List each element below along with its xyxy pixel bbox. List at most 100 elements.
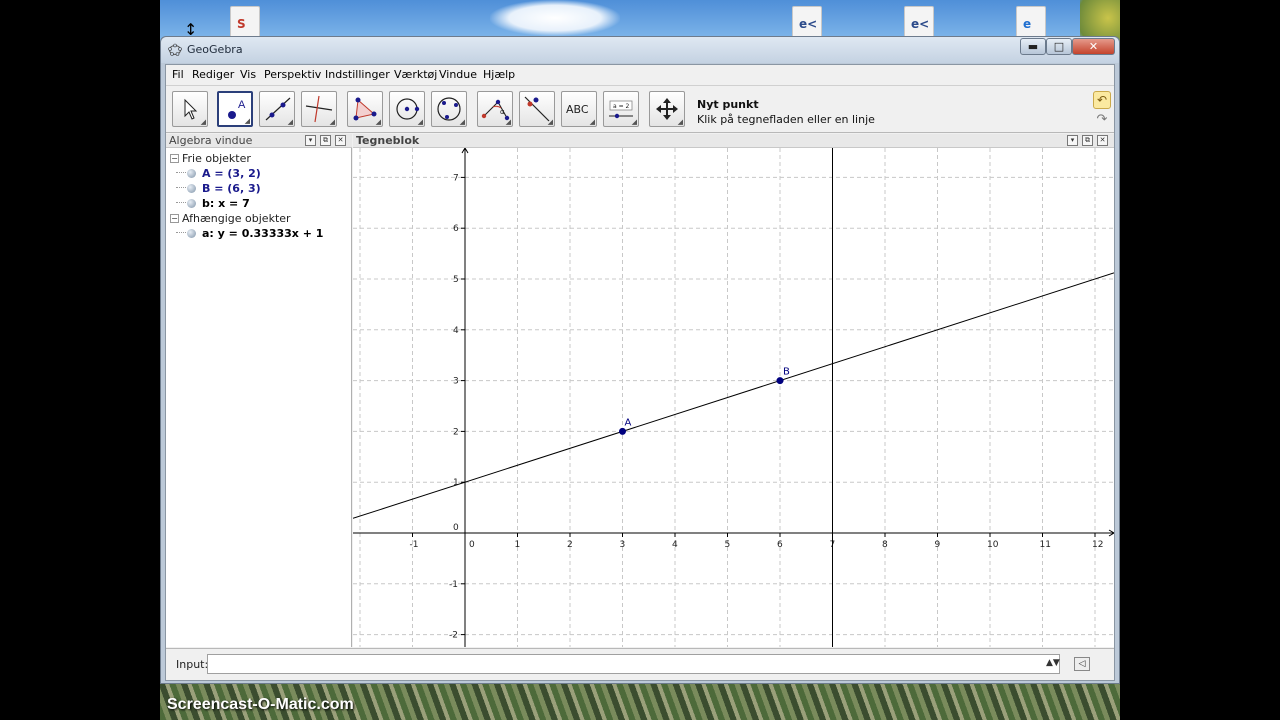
collapse-icon[interactable]: − <box>170 214 179 223</box>
tree-group-label: Afhængige objekter <box>182 212 291 225</box>
y-tick-label: 4 <box>453 326 459 336</box>
graphics-view-title: Tegneblok <box>356 134 420 147</box>
svg-text:ABC: ABC <box>566 103 589 116</box>
input-history-spinner-icon[interactable]: ▲▼ <box>1046 658 1060 668</box>
move-tool-button[interactable]: ◢ <box>172 91 208 127</box>
tool-help-title: Nyt punkt <box>697 98 759 111</box>
input-help-icon[interactable]: ◁ <box>1074 657 1090 671</box>
input-field[interactable] <box>207 654 1060 674</box>
reflect-tool-button[interactable]: ◢ <box>519 91 555 127</box>
menu-view[interactable]: Vis <box>240 68 256 81</box>
panel-menu-icon[interactable]: ▾ <box>1067 135 1078 146</box>
object-definition: a: y = 0.33333x + 1 <box>202 227 324 240</box>
tree-group-free[interactable]: − Frie objekter <box>170 152 251 166</box>
menu-perspective[interactable]: Perspektiv <box>264 68 321 81</box>
svg-text:A: A <box>238 99 246 111</box>
point-B-label: B <box>783 367 790 378</box>
toolbar: ◢ A ◢ ◢ ◢ ◢ ◢ ◢ α ◢ ◢ ABC ◢ a = 2 ◢ ◢ Ny… <box>166 85 1114 133</box>
menu-tools[interactable]: Værktøj <box>394 68 437 81</box>
title-bar[interactable]: GeoGebra ▬ □ ✕ <box>161 37 1119 63</box>
x-tick-label: -1 <box>410 540 419 550</box>
x-tick-label: 10 <box>987 540 999 550</box>
geogebra-window: GeoGebra ▬ □ ✕ Fil Rediger Vis Perspekti… <box>160 36 1120 684</box>
collapse-icon[interactable]: − <box>170 154 179 163</box>
y-tick-label: 2 <box>453 427 459 437</box>
close-button[interactable]: ✕ <box>1072 38 1115 55</box>
algebra-view-header: Algebra vindue ▾ ⧉ ✕ <box>166 134 352 148</box>
y-tick-label: 7 <box>453 173 459 183</box>
input-bar: Input: ▲▼ ◁ <box>166 648 1114 680</box>
algebra-view-title: Algebra vindue <box>169 134 253 147</box>
text-tool-button[interactable]: ABC ◢ <box>561 91 597 127</box>
graphics-view[interactable]: Tegneblok ▾ ⧉ ✕ -10123456789101112765432… <box>353 134 1114 647</box>
app-client-area: Fil Rediger Vis Perspektiv Indstillinger… <box>165 64 1115 681</box>
internet-explorer-icon[interactable]: e <box>1016 6 1046 38</box>
point-B <box>776 377 784 385</box>
new-point-tool-button[interactable]: A ◢ <box>217 91 253 127</box>
minimize-button[interactable]: ▬ <box>1020 38 1046 55</box>
visibility-toggle-icon[interactable] <box>187 184 196 193</box>
object-definition: A = (3, 2) <box>202 167 261 180</box>
panel-close-icon[interactable]: ✕ <box>335 135 346 146</box>
y-tick-label: -2 <box>449 631 458 641</box>
panel-undock-icon[interactable]: ⧉ <box>320 135 331 146</box>
redo-icon: ↷ <box>1096 112 1108 127</box>
x-tick-label: 0 <box>469 540 475 550</box>
svg-text:a = 2: a = 2 <box>613 103 630 110</box>
document-file-icon[interactable]: e< <box>904 6 934 38</box>
tree-group-label: Frie objekter <box>182 152 251 165</box>
pdf-file-icon[interactable]: S <box>230 6 260 38</box>
panel-menu-icon[interactable]: ▾ <box>305 135 316 146</box>
desktop-wallpaper-cloud <box>490 0 620 36</box>
point-A <box>619 427 626 435</box>
desktop: S e< e< e ↕ GeoGebra ▬ □ ✕ Fil Rediger V… <box>160 0 1120 720</box>
undo-button[interactable]: ↶ <box>1093 91 1111 109</box>
input-label: Input: <box>176 658 209 671</box>
menu-edit[interactable]: Rediger <box>192 68 234 81</box>
document-file-icon[interactable]: e< <box>792 6 822 38</box>
y-tick-label: 1 <box>453 478 459 488</box>
panel-close-icon[interactable]: ✕ <box>1097 135 1108 146</box>
x-tick-label: 11 <box>1040 540 1051 550</box>
x-tick-label: 6 <box>777 540 783 550</box>
tool-help-text: Klik på tegnefladen eller en linje <box>697 113 875 126</box>
geogebra-logo-icon <box>168 43 182 56</box>
y-tick-label: 3 <box>453 377 459 387</box>
tree-group-dependent[interactable]: − Afhængige objekter <box>170 212 291 226</box>
move-graphics-view-tool-button[interactable]: ◢ <box>649 91 685 127</box>
coordinate-plane[interactable]: -1012345678910111276543210-1-2AB <box>353 148 1114 647</box>
line-tool-button[interactable]: ◢ <box>259 91 295 127</box>
visibility-toggle-icon[interactable] <box>187 229 196 238</box>
y-tick-label: 0 <box>453 523 459 533</box>
menu-settings[interactable]: Indstillinger <box>325 68 390 81</box>
point-A-label: A <box>625 417 632 428</box>
slider-tool-button[interactable]: a = 2 ◢ <box>603 91 639 127</box>
circle-three-points-tool-button[interactable]: ◢ <box>431 91 467 127</box>
visibility-toggle-icon[interactable] <box>187 169 196 178</box>
visibility-toggle-icon[interactable] <box>187 199 196 208</box>
undo-icon: ↶ <box>1096 93 1108 107</box>
panel-undock-icon[interactable]: ⧉ <box>1082 135 1093 146</box>
menu-window[interactable]: Vindue <box>439 68 477 81</box>
x-tick-label: 4 <box>672 540 678 550</box>
algebra-object-a[interactable]: a: y = 0.33333x + 1 <box>176 227 323 241</box>
algebra-object-A[interactable]: A = (3, 2) <box>176 167 261 181</box>
x-tick-label: 2 <box>567 540 573 550</box>
algebra-object-B[interactable]: B = (6, 3) <box>176 182 261 196</box>
polygon-tool-button[interactable]: ◢ <box>347 91 383 127</box>
angle-tool-button[interactable]: α ◢ <box>477 91 513 127</box>
menu-file[interactable]: Fil <box>172 68 184 81</box>
menu-help[interactable]: Hjælp <box>483 68 515 81</box>
perpendicular-line-tool-button[interactable]: ◢ <box>301 91 337 127</box>
redo-button[interactable]: ↷ <box>1093 112 1111 130</box>
algebra-view: Algebra vindue ▾ ⧉ ✕ − Frie objekter A = … <box>166 134 352 647</box>
svg-text:α: α <box>500 108 505 116</box>
circle-tool-button[interactable]: ◢ <box>389 91 425 127</box>
y-tick-label: -1 <box>449 580 458 590</box>
object-definition: B = (6, 3) <box>202 182 261 195</box>
x-tick-label: 9 <box>935 540 941 550</box>
algebra-object-b[interactable]: b: x = 7 <box>176 197 250 211</box>
y-tick-label: 6 <box>453 224 459 234</box>
maximize-button[interactable]: □ <box>1046 38 1072 55</box>
object-definition: b: x = 7 <box>202 197 250 210</box>
